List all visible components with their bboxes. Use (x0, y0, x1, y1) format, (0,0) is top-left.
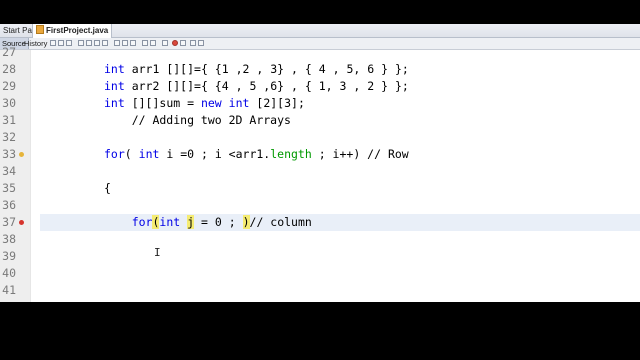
code-text: for( int i =0 ; i <arr1.length ; i++) //… (104, 147, 409, 161)
code-text: for(int j = 0 ; )// column (131, 215, 312, 229)
code-line[interactable]: 37 for(int j = 0 ; )// column (0, 214, 640, 231)
line-number: 32 (2, 130, 16, 144)
code-line[interactable]: 33 for( int i =0 ; i <arr1.length ; i++) … (0, 146, 640, 163)
code-text: // Adding two 2D Arrays (104, 113, 291, 127)
code-line[interactable]: 41 (0, 282, 640, 299)
letterbox-top (0, 0, 640, 24)
line-number: 29 (2, 79, 16, 93)
ide-window: Start Page FirstProject.java Source Hist… (0, 24, 640, 302)
line-number: 36 (2, 198, 16, 212)
error-marker-icon[interactable] (19, 220, 24, 225)
code-text: int [][]sum = new int [2][3]; (104, 96, 305, 110)
line-number: 41 (2, 283, 16, 297)
code-line[interactable]: 32 (0, 129, 640, 146)
line-number: 28 (2, 62, 16, 76)
line-number: 40 (2, 266, 16, 280)
text-cursor-icon: I (154, 246, 161, 259)
code-line[interactable]: 38 (0, 231, 640, 248)
line-number: 35 (2, 181, 16, 195)
code-line[interactable]: 39 (0, 248, 640, 265)
tab-firstproject-java[interactable]: FirstProject.java (32, 24, 113, 38)
line-number: 38 (2, 232, 16, 246)
code-line[interactable]: 36 (0, 197, 640, 214)
java-file-icon (36, 25, 44, 34)
code-text: int arr1 [][]={ {1 ,2 , 3} , { 4 , 5, 6 … (104, 62, 409, 76)
code-editor[interactable]: 27 28 int arr1 [][]={ {1 ,2 , 3} , { 4 , 5… (0, 45, 640, 302)
line-number: 31 (2, 113, 16, 127)
line-number: 34 (2, 164, 16, 178)
code-line[interactable]: 31 // Adding two 2D Arrays (0, 112, 640, 129)
line-number: 30 (2, 96, 16, 110)
line-number: 39 (2, 249, 16, 263)
code-line[interactable]: 29 int arr2 [][]={ {4 , 5 ,6} , { 1, 3 , … (0, 78, 640, 95)
code-text: int arr2 [][]={ {4 , 5 ,6} , { 1, 3 , 2 … (104, 79, 409, 93)
letterbox-bottom (0, 302, 640, 360)
code-line[interactable]: 30 int [][]sum = new int [2][3]; (0, 95, 640, 112)
tab-label: FirstProject.java (46, 26, 109, 35)
line-number: 27 (2, 45, 16, 59)
code-line[interactable]: 34 (0, 163, 640, 180)
editor-tab-bar: Start Page FirstProject.java (0, 24, 640, 38)
code-line[interactable]: 28 int arr1 [][]={ {1 ,2 , 3} , { 4 , 5, … (0, 61, 640, 78)
code-line[interactable]: 40 (0, 265, 640, 282)
code-text: { (104, 181, 111, 195)
code-line[interactable]: 35 { (0, 180, 640, 197)
hint-marker-icon[interactable] (19, 152, 24, 157)
line-number: 33 (2, 147, 16, 161)
code-line[interactable]: 27 (0, 44, 640, 61)
line-number: 37 (2, 215, 16, 229)
